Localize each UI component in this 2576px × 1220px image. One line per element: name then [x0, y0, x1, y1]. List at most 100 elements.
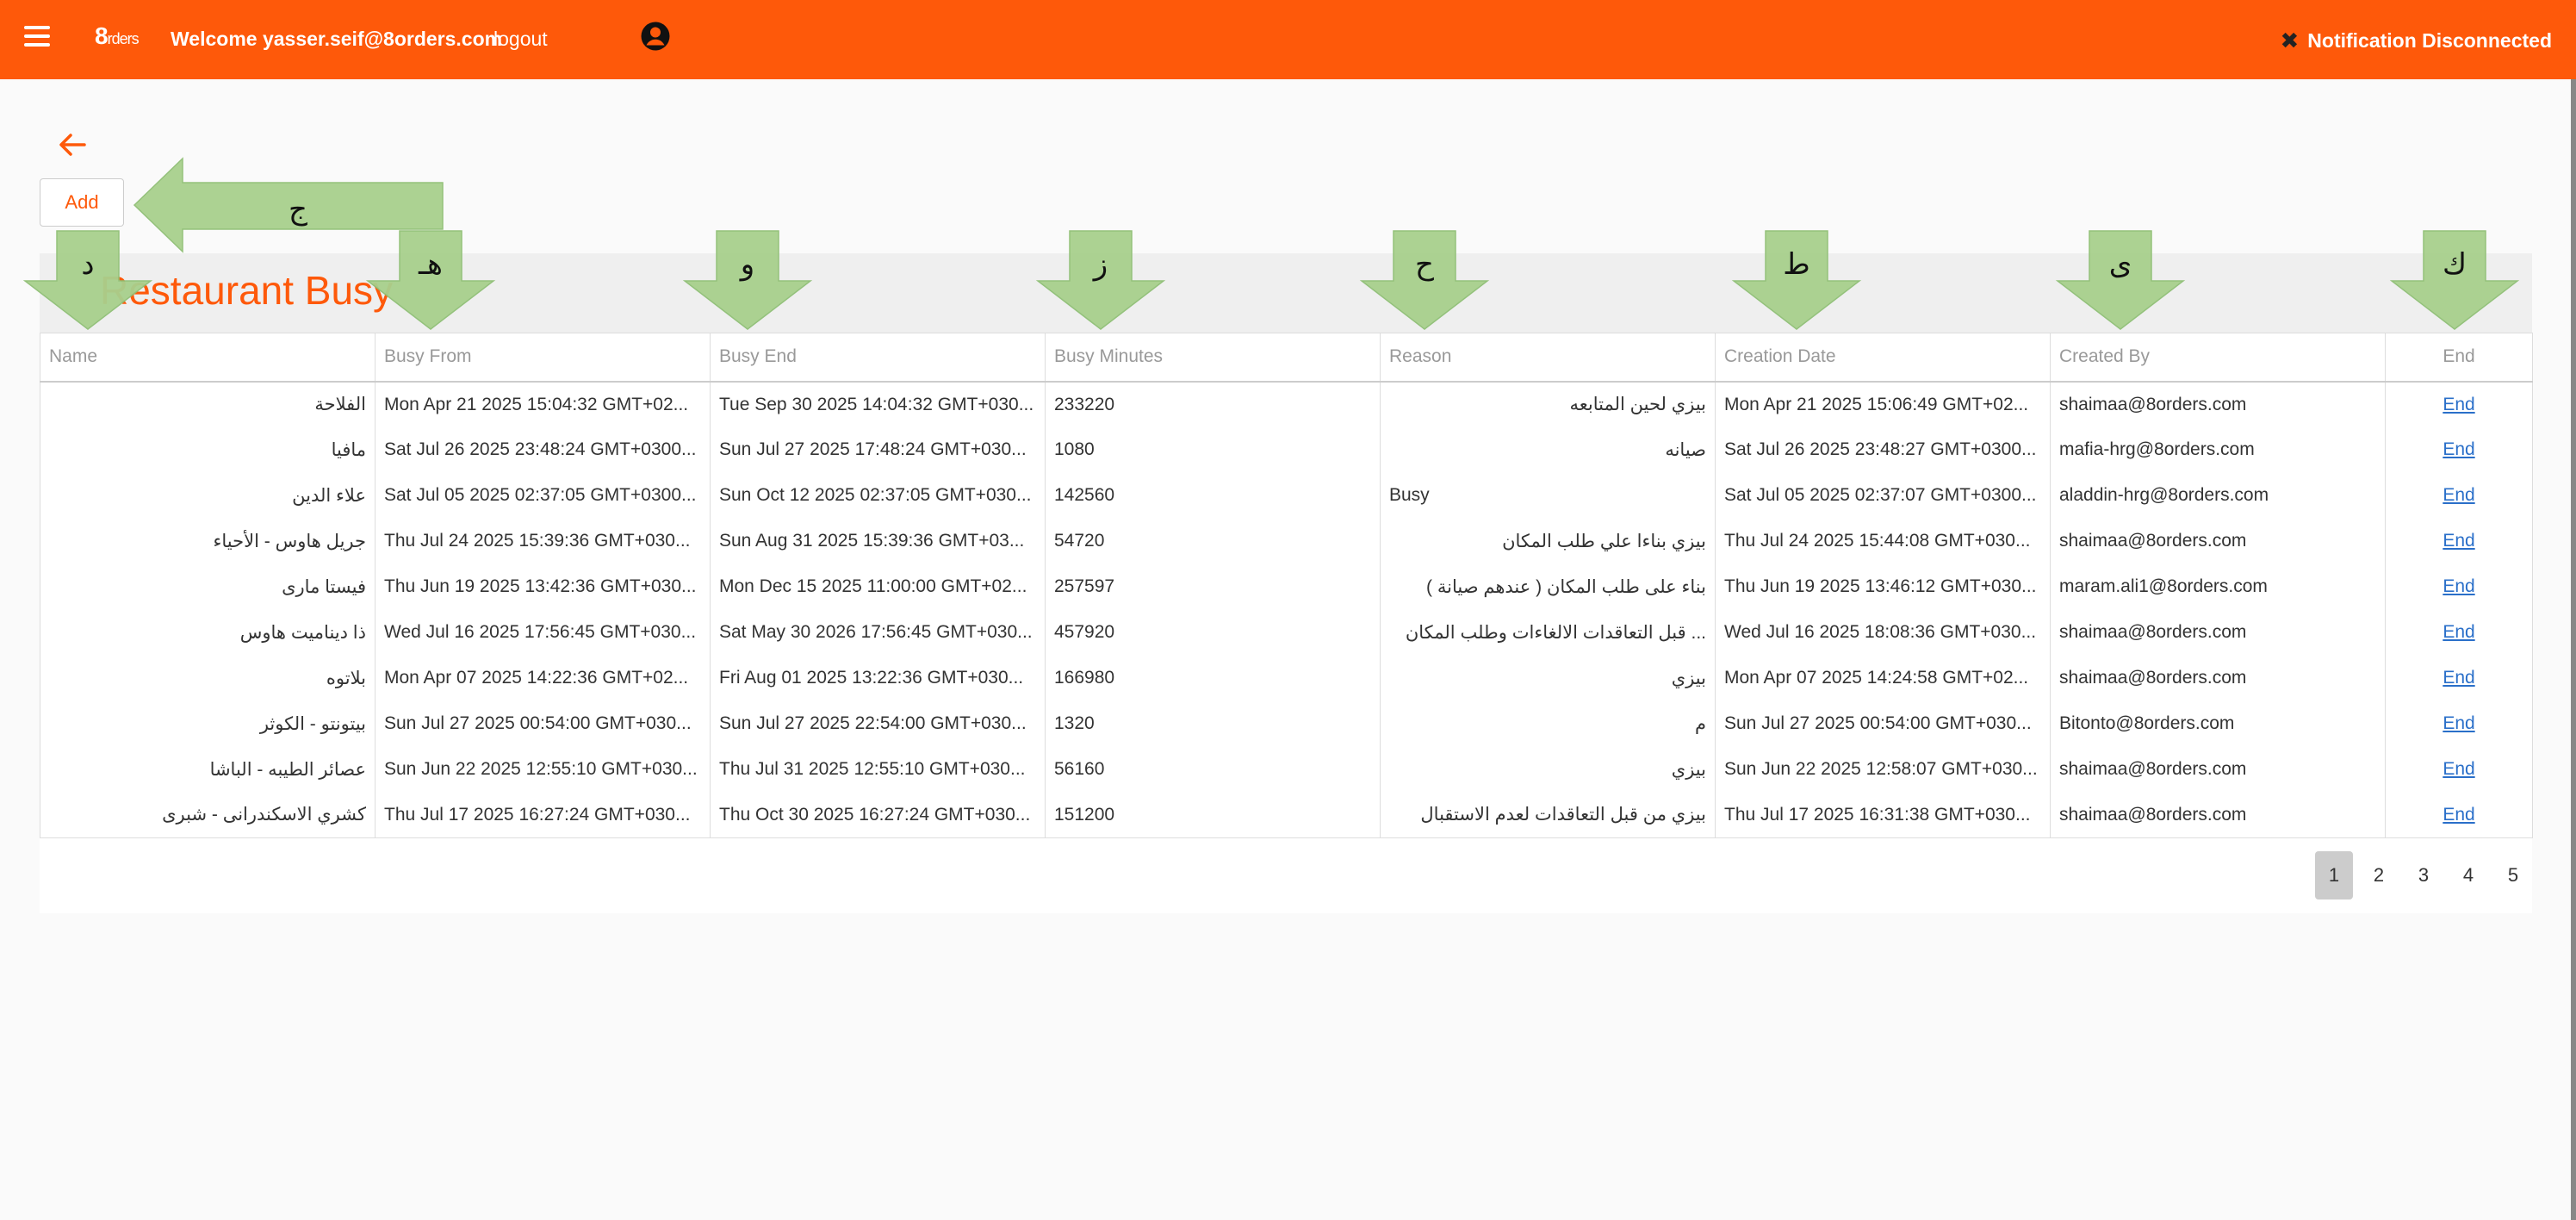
top-navbar: 8rders Welcome yasser.seif@8orders.com l… [0, 0, 2576, 79]
cell-creation-date: Thu Jul 24 2025 15:44:08 GMT+030... [1715, 518, 2051, 564]
column-header-busy-minutes[interactable]: Busy Minutes [1045, 333, 1381, 383]
card-header: Restaurant Busy [40, 253, 2532, 333]
cell-busy-end: Fri Aug 01 2025 13:22:36 GMT+030... [710, 655, 1046, 701]
cell-busy-end: Mon Dec 15 2025 11:00:00 GMT+02... [710, 563, 1046, 610]
cell-end: End [2385, 609, 2533, 656]
cell-busy-from: Sat Jul 26 2025 23:48:24 GMT+0300... [375, 426, 711, 473]
back-arrow-icon[interactable] [57, 131, 88, 159]
cell-name: الفلاحة [40, 381, 376, 427]
cell-busy-from: Thu Jun 19 2025 13:42:36 GMT+030... [375, 563, 711, 610]
cell-busy-minutes: 166980 [1045, 655, 1381, 701]
cell-busy-end: Sat May 30 2026 17:56:45 GMT+030... [710, 609, 1046, 656]
column-header-created-by[interactable]: Created By [2050, 333, 2386, 383]
end-link[interactable]: End [2443, 531, 2474, 551]
cell-busy-end: Sun Jul 27 2025 17:48:24 GMT+030... [710, 426, 1046, 473]
column-header-creation-date[interactable]: Creation Date [1715, 333, 2051, 383]
cell-busy-end: Thu Jul 31 2025 12:55:10 GMT+030... [710, 746, 1046, 793]
cell-reason: بيزي [1380, 746, 1716, 793]
cell-created-by: mafia-hrg@8orders.com [2050, 426, 2386, 473]
table-row: جريل هاوس - الأحياء Thu Jul 24 2025 15:39… [40, 518, 2533, 564]
cell-reason: بناء على طلب المكان ( عندهم صيانة ) [1380, 563, 1716, 610]
cell-end: End [2385, 563, 2533, 610]
disconnected-icon: ✖ [2280, 28, 2300, 53]
cell-reason: م [1380, 700, 1716, 747]
cell-creation-date: Mon Apr 21 2025 15:06:49 GMT+02... [1715, 381, 2051, 427]
cell-reason: بيزي بناءا علي طلب المكان [1380, 518, 1716, 564]
cell-created-by: aladdin-hrg@8orders.com [2050, 472, 2386, 519]
cell-busy-from: Wed Jul 16 2025 17:56:45 GMT+030... [375, 609, 711, 656]
cell-creation-date: Thu Jun 19 2025 13:46:12 GMT+030... [1715, 563, 2051, 610]
table-header-row: Name Busy From Busy End Busy Minutes Reason C… [40, 333, 2533, 383]
logout-link[interactable]: logout [493, 28, 548, 51]
table-row: الفلاحة Mon Apr 21 2025 15:04:32 GMT+02..… [40, 381, 2533, 427]
end-link[interactable]: End [2443, 395, 2474, 414]
end-link[interactable]: End [2443, 485, 2474, 505]
table-row: كشري الاسكندرانى - شبرى Thu Jul 17 2025 1… [40, 792, 2533, 838]
cell-busy-from: Mon Apr 21 2025 15:04:32 GMT+02... [375, 381, 711, 427]
busy-table: Name Busy From Busy End Busy Minutes Reason C… [40, 333, 2533, 838]
cell-creation-date: Thu Jul 17 2025 16:31:38 GMT+030... [1715, 792, 2051, 838]
cell-busy-minutes: 151200 [1045, 792, 1381, 838]
cell-end: End [2385, 426, 2533, 473]
page-button-3[interactable]: 3 [2405, 851, 2443, 899]
cell-reason: صيانه [1380, 426, 1716, 473]
cell-reason: بيزي من قبل التعاقدات لعدم الاستقبال [1380, 792, 1716, 838]
page-button-5[interactable]: 5 [2494, 851, 2532, 899]
column-header-name[interactable]: Name [40, 333, 376, 383]
end-link[interactable]: End [2443, 439, 2474, 459]
cell-busy-from: Sat Jul 05 2025 02:37:05 GMT+0300... [375, 472, 711, 519]
page-button-1[interactable]: 1 [2315, 851, 2353, 899]
cell-end: End [2385, 746, 2533, 793]
app-logo[interactable]: 8rders [95, 22, 140, 50]
cell-created-by: shaimaa@8orders.com [2050, 792, 2386, 838]
cell-name: عصائر الطيبه - الباشا [40, 746, 376, 793]
end-link[interactable]: End [2443, 576, 2474, 596]
cell-reason: بيزي لحين المتابعه [1380, 381, 1716, 427]
cell-name: فيستا مارى [40, 563, 376, 610]
cell-busy-minutes: 457920 [1045, 609, 1381, 656]
page-button-4[interactable]: 4 [2449, 851, 2487, 899]
notification-status: ✖ Notification Disconnected [2281, 28, 2553, 54]
end-link[interactable]: End [2443, 759, 2474, 779]
cell-created-by: maram.ali1@8orders.com [2050, 563, 2386, 610]
cell-created-by: shaimaa@8orders.com [2050, 381, 2386, 427]
end-link[interactable]: End [2443, 668, 2474, 688]
end-link[interactable]: End [2443, 713, 2474, 733]
cell-created-by: shaimaa@8orders.com [2050, 609, 2386, 656]
cell-end: End [2385, 655, 2533, 701]
cell-busy-minutes: 1320 [1045, 700, 1381, 747]
cell-busy-minutes: 54720 [1045, 518, 1381, 564]
column-header-reason[interactable]: Reason [1380, 333, 1716, 383]
cell-end: End [2385, 792, 2533, 838]
end-link[interactable]: End [2443, 805, 2474, 825]
cell-created-by: Bitonto@8orders.com [2050, 700, 2386, 747]
page-scrollbar[interactable] [2571, 79, 2576, 1220]
cell-busy-from: Sun Jun 22 2025 12:55:10 GMT+030... [375, 746, 711, 793]
cell-name: بلاتوه [40, 655, 376, 701]
cell-busy-end: Tue Sep 30 2025 14:04:32 GMT+030... [710, 381, 1046, 427]
left-pointing-arrow [133, 157, 444, 253]
hamburger-menu-icon[interactable] [24, 26, 50, 47]
cell-reason: Busy [1380, 472, 1716, 519]
column-header-end[interactable]: End [2385, 333, 2533, 383]
cell-creation-date: Sat Jul 05 2025 02:37:07 GMT+0300... [1715, 472, 2051, 519]
table-row: علاء الدين Sat Jul 05 2025 02:37:05 GMT+0… [40, 472, 2533, 519]
column-header-busy-end[interactable]: Busy End [710, 333, 1046, 383]
add-button[interactable]: Add [40, 178, 124, 227]
table-row: بلاتوه Mon Apr 07 2025 14:22:36 GMT+02...… [40, 655, 2533, 701]
cell-end: End [2385, 381, 2533, 427]
cell-created-by: shaimaa@8orders.com [2050, 655, 2386, 701]
page-button-2[interactable]: 2 [2360, 851, 2398, 899]
table-row: ذا ديناميت هاوس Wed Jul 16 2025 17:56:45 … [40, 609, 2533, 656]
account-icon[interactable] [640, 21, 671, 52]
pagination: 12345 [2315, 851, 2532, 899]
cell-creation-date: Wed Jul 16 2025 18:08:36 GMT+030... [1715, 609, 2051, 656]
cell-busy-end: Sun Oct 12 2025 02:37:05 GMT+030... [710, 472, 1046, 519]
annotation-label: ج [289, 192, 307, 227]
cell-busy-from: Mon Apr 07 2025 14:22:36 GMT+02... [375, 655, 711, 701]
end-link[interactable]: End [2443, 622, 2474, 642]
cell-busy-end: Sun Jul 27 2025 22:54:00 GMT+030... [710, 700, 1046, 747]
column-header-busy-from[interactable]: Busy From [375, 333, 711, 383]
cell-end: End [2385, 518, 2533, 564]
cell-busy-from: Sun Jul 27 2025 00:54:00 GMT+030... [375, 700, 711, 747]
